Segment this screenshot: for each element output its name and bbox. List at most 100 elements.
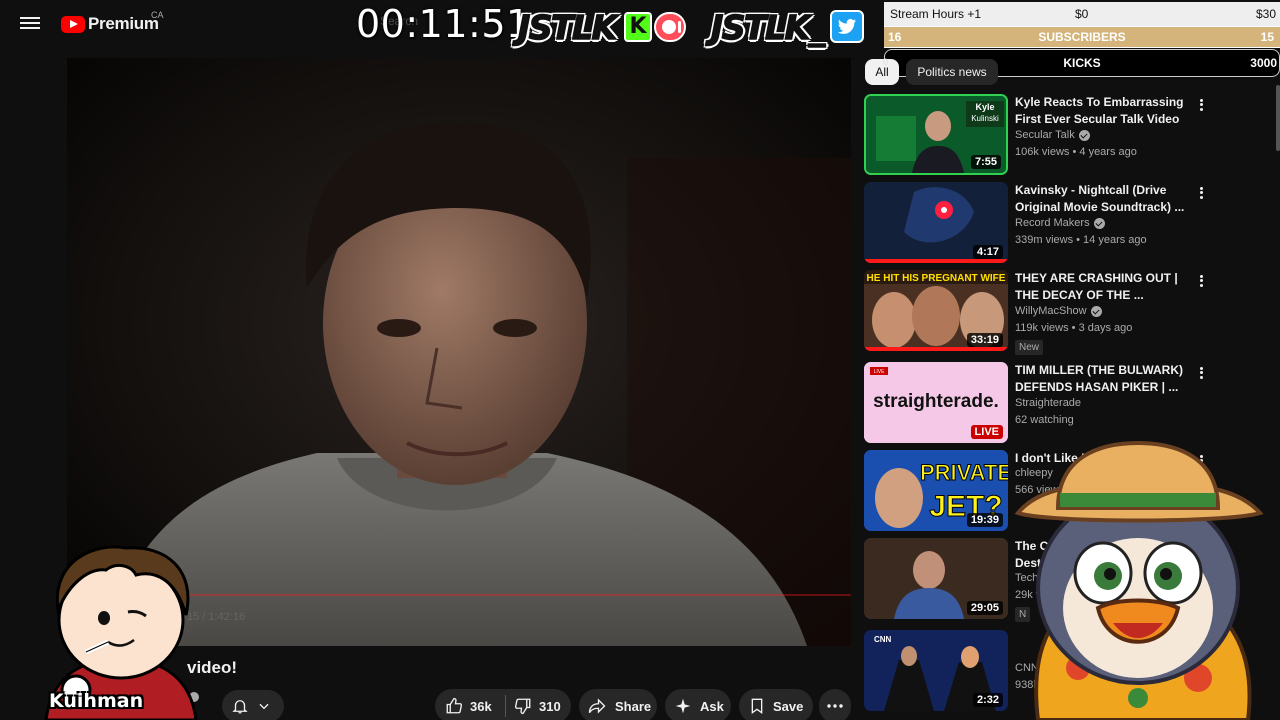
like-button[interactable]: 36k <box>435 697 505 715</box>
chip-all[interactable]: All <box>865 59 899 85</box>
recommendation-meta: 119k views • 3 days ago <box>1015 322 1133 334</box>
youtube-premium-logo[interactable]: Premium <box>61 14 159 34</box>
recommendation-title[interactable]: Kavinsky - Nightcall (Drive Original Mov… <box>1015 182 1191 216</box>
mascot-name-label: Kuihman <box>49 690 144 712</box>
subscription-bell-button[interactable] <box>222 690 284 720</box>
video-thumbnail[interactable]: PRIVATE JET? 19:39 <box>864 450 1008 531</box>
ask-button[interactable]: Ask <box>665 689 731 720</box>
recommendation-meta: 62 watching <box>1015 414 1074 426</box>
svg-text:straighterade.: straighterade. <box>873 391 999 412</box>
video-thumbnail[interactable]: CNN 2:32 <box>864 630 1008 711</box>
dislike-button[interactable]: 310 <box>506 697 561 715</box>
video-duration: 4:17 <box>972 245 1003 259</box>
stream-hours-row: Stream Hours +1 $0 $30 <box>884 2 1280 26</box>
live-badge: LIVE <box>970 425 1003 439</box>
right-mascot-penguin <box>1014 440 1264 720</box>
like-count: 36k <box>470 698 492 714</box>
save-button[interactable]: Save <box>739 689 813 720</box>
stream-hours-amount: $0 <box>1075 7 1089 21</box>
kicks-goal: 3000 <box>1250 56 1277 70</box>
recommendation-item[interactable]: HE HIT HIS PREGNANT WIFE 33:19 THEY ARE CR… <box>864 270 1204 355</box>
youtube-logo-icon <box>61 15 85 33</box>
recommendation-channel[interactable]: WillyMacShow <box>1015 305 1102 317</box>
stream-hours-label: Stream Hours +1 <box>890 7 982 21</box>
video-duration: 29:05 <box>966 601 1003 615</box>
video-thumbnail[interactable]: LIVE straighterade. LIVE <box>864 362 1008 443</box>
recommendation-channel[interactable]: Secular Talk <box>1015 129 1090 141</box>
recommendation-item[interactable]: 4:17 Kavinsky - Nightcall (Drive Original… <box>864 182 1204 264</box>
kebab-icon[interactable] <box>1198 185 1204 201</box>
progress-bar[interactable] <box>187 594 851 596</box>
region-code: CA <box>151 10 164 20</box>
channel-name: Record Makers <box>1015 217 1090 229</box>
video-duration: 7:55 <box>970 155 1001 169</box>
channel-name: Straighterade <box>1015 397 1082 409</box>
recommendation-channel[interactable]: Record Makers <box>1015 217 1105 229</box>
svg-text:CNN: CNN <box>874 635 892 644</box>
bell-icon <box>232 700 248 714</box>
recommendation-title[interactable]: THEY ARE CRASHING OUT | THE DECAY OF THE… <box>1015 270 1191 304</box>
verified-icon <box>1093 217 1105 229</box>
sidebar-scrollbar[interactable] <box>1276 85 1280 151</box>
chip-count-overlay: 0 <box>883 57 889 67</box>
video-duration: 2:32 <box>972 693 1003 707</box>
kebab-icon[interactable] <box>1198 273 1204 289</box>
kebab-icon[interactable] <box>1198 365 1204 381</box>
kick-icon: K <box>624 12 652 42</box>
like-dislike-group: 36k 310 <box>435 689 571 720</box>
recommendation-title[interactable]: Kyle Reacts To Embarrassing First Ever S… <box>1015 94 1191 128</box>
menu-icon[interactable] <box>20 14 40 34</box>
recommendation-meta: 339m views • 14 years ago <box>1015 234 1147 246</box>
verified-icon <box>1090 305 1102 317</box>
share-icon <box>588 698 606 714</box>
ask-label: Ask <box>700 698 724 714</box>
more-actions-button[interactable] <box>819 689 851 720</box>
like-icon <box>446 697 463 714</box>
record-icon <box>654 12 686 42</box>
subscribers-label: SUBSCRIBERS <box>1038 30 1126 44</box>
new-badge: New <box>1015 340 1044 355</box>
video-thumbnail[interactable]: 4:17 <box>864 182 1008 263</box>
recommendation-item[interactable]: Kyle Kulinski 7:55 Kyle Reacts To Embarrass… <box>864 94 1204 176</box>
svg-text:HE HIT HIS PREGNANT WIFE: HE HIT HIS PREGNANT WIFE <box>867 273 1006 284</box>
upload-age: 3 days ago <box>1078 322 1133 334</box>
sparkle-icon <box>675 698 691 714</box>
channel-name: WillyMacShow <box>1015 305 1087 317</box>
save-label: Save <box>773 698 804 714</box>
video-thumbnail[interactable]: Kyle Kulinski 7:55 <box>864 94 1008 175</box>
recommendation-channel[interactable]: Straighterade <box>1015 397 1081 409</box>
logo-text: Premium <box>88 14 159 33</box>
video-thumbnail[interactable]: 29:05 <box>864 538 1008 619</box>
svg-text:Kulinski: Kulinski <box>971 114 999 123</box>
upload-age: 14 years ago <box>1083 234 1147 246</box>
stream-timer: 00:11:51 <box>356 2 531 46</box>
channel-name: Secular Talk <box>1015 129 1075 141</box>
more-icon <box>827 704 843 708</box>
recommendation-item[interactable]: LIVE straighterade. LIVE TIM MILLER (THE BU… <box>864 362 1204 444</box>
video-thumbnail[interactable]: HE HIT HIS PREGNANT WIFE 33:19 <box>864 270 1008 351</box>
chip-politics-news[interactable]: Politics news <box>906 59 998 85</box>
share-button[interactable]: Share <box>579 689 657 720</box>
verified-icon <box>1078 129 1090 141</box>
view-count: 119k views <box>1015 322 1069 334</box>
subscribers-row: 16 SUBSCRIBERS 15 <box>884 26 1280 48</box>
video-duration: 33:19 <box>966 333 1003 347</box>
save-icon <box>751 698 763 714</box>
video-duration: 19:39 <box>966 513 1003 527</box>
dislike-icon <box>514 698 531 715</box>
kebab-icon[interactable] <box>1198 97 1204 113</box>
brand-logo-kick: JSTLK <box>517 8 618 47</box>
subscribers-right-count: 15 <box>1260 30 1274 44</box>
twitter-icon <box>830 10 864 43</box>
stream-hours-goal: $30 <box>1255 7 1276 21</box>
recommendation-meta: 106k views • 4 years ago <box>1015 146 1137 158</box>
upload-age: 4 years ago <box>1079 146 1137 158</box>
recommendation-title[interactable]: TIM MILLER (THE BULWARK) DEFENDS HASAN P… <box>1015 362 1191 396</box>
svg-text:LIVE: LIVE <box>874 369 886 375</box>
share-label: Share <box>615 698 652 714</box>
view-count: 106k views <box>1015 146 1070 158</box>
svg-text:PRIVATE: PRIVATE <box>920 460 1008 485</box>
view-count: 339m views <box>1015 234 1074 246</box>
brand-logo-twitter: JSTLK_ <box>710 8 826 47</box>
view-count: 62 watching <box>1015 414 1074 426</box>
